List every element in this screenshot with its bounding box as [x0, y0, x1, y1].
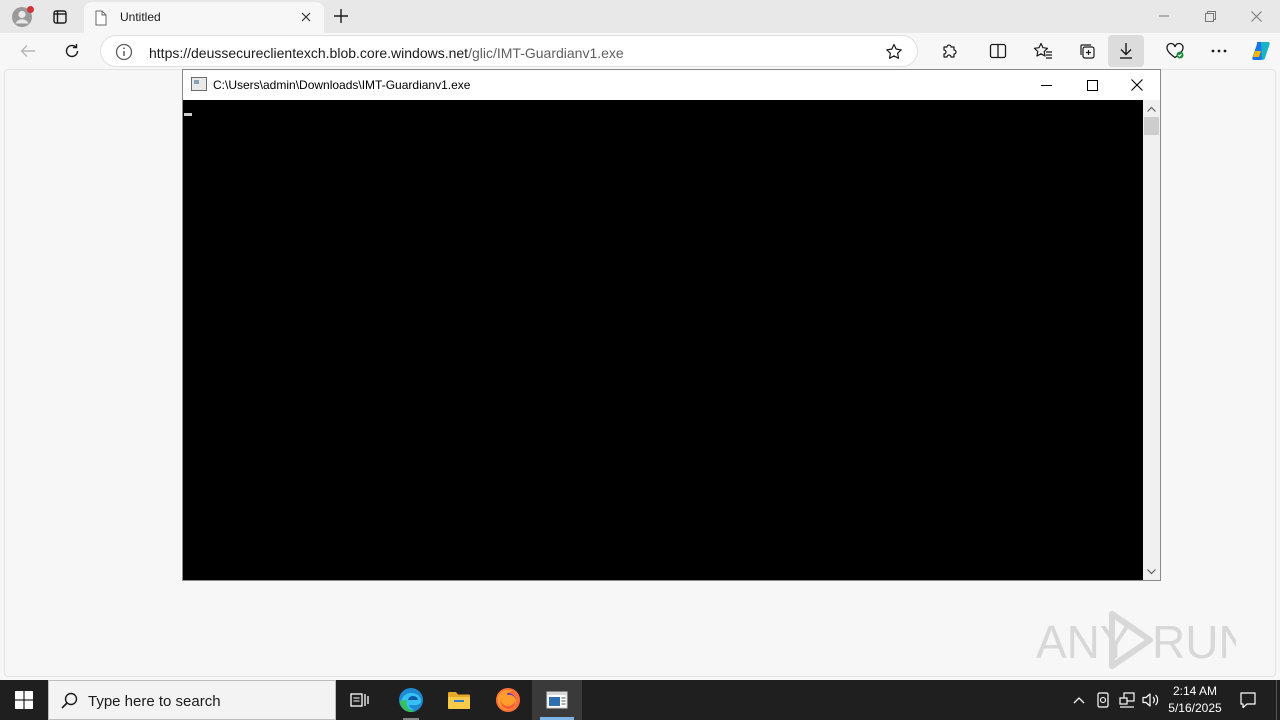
performance-button[interactable] — [1157, 35, 1193, 67]
close-icon — [301, 12, 311, 22]
copilot-icon — [1252, 42, 1270, 60]
clock-time: 2:14 AM — [1172, 684, 1218, 698]
scroll-thumb[interactable] — [1144, 117, 1159, 135]
page-icon — [95, 10, 107, 26]
browser-tab-strip: Untitled — [0, 0, 1280, 33]
scroll-down-button[interactable] — [1143, 563, 1160, 580]
back-button[interactable] — [12, 36, 44, 66]
plus-icon — [334, 9, 348, 23]
notification-center-button[interactable] — [1232, 680, 1264, 720]
performance-icon — [1166, 42, 1184, 59]
device-icon — [1097, 692, 1109, 708]
clock-date: 5/16/2025 — [1168, 701, 1222, 715]
console-titlebar[interactable]: C:\Users\admin\Downloads\IMT-Guardianv1.… — [183, 70, 1160, 100]
more-icon — [1211, 49, 1227, 53]
extensions-button[interactable] — [932, 35, 968, 67]
speaker-icon — [1142, 693, 1159, 707]
taskbar-clock[interactable]: 2:14 AM 5/16/2025 — [1163, 683, 1227, 717]
task-view-icon — [350, 693, 369, 707]
tray-device-button[interactable] — [1092, 680, 1114, 720]
notification-icon — [1240, 692, 1256, 709]
copilot-button[interactable] — [1243, 35, 1279, 67]
tray-overflow-button[interactable] — [1068, 680, 1090, 720]
text-cursor — [184, 113, 192, 116]
url-host: https://deussecureclientexch.blob.core.w… — [149, 45, 469, 61]
taskbar-edge-button[interactable] — [387, 680, 435, 720]
split-screen-button[interactable] — [980, 35, 1016, 67]
address-bar[interactable]: https://deussecureclientexch.blob.core.w… — [100, 35, 918, 67]
taskbar-search-box[interactable]: Type here to search — [48, 680, 336, 720]
url-text: https://deussecureclientexch.blob.core.w… — [149, 45, 624, 61]
window-restore-button[interactable] — [1187, 0, 1233, 32]
taskbar-console-button[interactable] — [532, 680, 582, 720]
tab-title: Untitled — [120, 10, 161, 24]
folder-icon — [448, 692, 470, 709]
taskbar-firefox-button[interactable] — [484, 680, 532, 720]
tab-close-button[interactable] — [298, 9, 314, 25]
console-maximize-button[interactable] — [1069, 70, 1115, 100]
puzzle-icon — [943, 44, 957, 58]
edge-icon — [399, 688, 423, 712]
collections-icon — [1080, 44, 1095, 59]
favorites-button[interactable] — [1025, 35, 1061, 67]
chevron-up-icon — [1073, 697, 1085, 704]
browser-toolbar: https://deussecureclientexch.blob.core.w… — [0, 33, 1280, 69]
back-arrow-icon — [20, 45, 35, 57]
console-vertical-scrollbar[interactable] — [1143, 100, 1160, 580]
console-title: C:\Users\admin\Downloads\IMT-Guardianv1.… — [213, 78, 471, 92]
tab-untitled[interactable]: Untitled — [84, 2, 324, 33]
search-placeholder: Type here to search — [88, 693, 221, 710]
console-output-area[interactable] — [183, 100, 1143, 580]
anyrun-watermark: ANY RUN — [1036, 611, 1236, 669]
windows-logo-icon — [15, 691, 33, 709]
close-icon — [1250, 10, 1262, 22]
collections-button[interactable] — [1069, 35, 1105, 67]
console-close-button[interactable] — [1114, 70, 1160, 100]
show-desktop-button[interactable] — [1276, 680, 1280, 720]
maximize-icon — [1086, 79, 1098, 91]
console-minimize-button[interactable] — [1023, 70, 1069, 100]
new-tab-button[interactable] — [326, 3, 356, 29]
network-icon — [1119, 692, 1135, 708]
taskbar-file-explorer-button[interactable] — [435, 680, 483, 720]
console-app-icon — [191, 77, 207, 91]
notification-dot — [27, 6, 34, 13]
scroll-up-button[interactable] — [1143, 100, 1160, 117]
start-button[interactable] — [0, 680, 48, 720]
console-window[interactable]: C:\Users\admin\Downloads\IMT-Guardianv1.… — [182, 69, 1161, 581]
reload-button[interactable] — [56, 36, 88, 66]
close-icon — [1131, 79, 1143, 91]
reload-icon — [65, 44, 79, 58]
minimize-icon — [1040, 84, 1052, 86]
console-window-icon — [546, 691, 568, 709]
search-icon — [61, 692, 78, 709]
url-path: /glic/IMT-Guardianv1.exe — [468, 45, 624, 61]
firefox-icon — [496, 688, 520, 712]
tab-actions-button[interactable] — [44, 4, 76, 30]
chevron-up-icon — [1147, 106, 1156, 112]
star-icon[interactable] — [885, 43, 903, 61]
minimize-icon — [1159, 15, 1169, 17]
tab-actions-icon — [53, 10, 67, 24]
settings-more-button[interactable] — [1201, 35, 1237, 67]
watermark-text-right: RUN — [1152, 616, 1236, 668]
downloads-button[interactable] — [1108, 35, 1144, 67]
info-icon[interactable] — [115, 43, 133, 61]
download-icon — [1120, 43, 1132, 59]
window-close-button[interactable] — [1233, 0, 1279, 32]
restore-icon — [1204, 10, 1216, 22]
split-screen-icon — [989, 43, 1007, 59]
favorites-icon — [1033, 42, 1052, 59]
taskbar: Type here to search 2:14 AM 5/16/2025 — [0, 680, 1280, 720]
chevron-down-icon — [1147, 568, 1156, 574]
profile-button[interactable] — [8, 4, 36, 30]
task-view-button[interactable] — [336, 680, 384, 720]
window-minimize-button[interactable] — [1141, 0, 1187, 32]
tray-volume-button[interactable] — [1140, 680, 1162, 720]
tray-network-button[interactable] — [1116, 680, 1138, 720]
